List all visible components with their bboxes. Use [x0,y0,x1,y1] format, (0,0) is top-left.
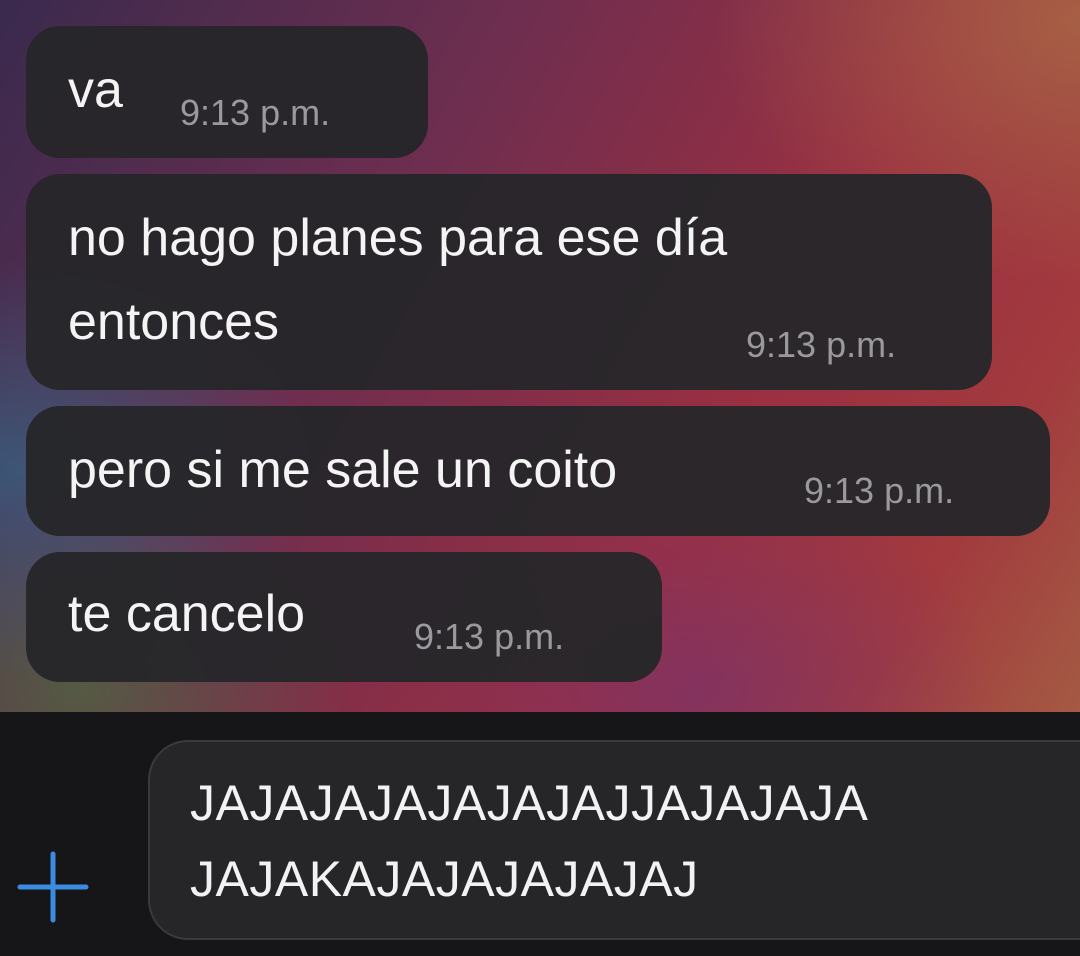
message-input[interactable]: JAJAJAJAJAJAJAJJAJAJAJA JAJAKAJAJAJAJAJA… [148,740,1080,940]
add-attachment-button[interactable] [14,848,92,926]
message-text-line-1: no hago planes para ese día [68,209,728,267]
message-text-line-2: entonces [68,293,280,351]
message-timestamp: 9:13 p.m. [746,324,897,365]
message-bubble[interactable]: no hago planes para ese día entonces 9:1… [26,174,992,390]
message-bubble[interactable]: va 9:13 p.m. [26,26,428,158]
message-input-line-2: JAJAKAJAJAJAJAJAJ [190,851,699,907]
plus-icon [17,851,89,923]
message-text: te cancelo [68,585,306,643]
message-input-line-1: JAJAJAJAJAJAJAJJAJAJAJA [190,775,869,831]
message-timestamp: 9:13 p.m. [180,92,331,133]
message-text: pero si me sale un coito [68,441,618,499]
message-timestamp: 9:13 p.m. [804,470,955,511]
message-bubble[interactable]: pero si me sale un coito 9:13 p.m. [26,406,1050,536]
chat-area[interactable]: va 9:13 p.m. no hago planes para ese día… [0,0,1080,712]
message-text: va [68,61,123,119]
message-bubble[interactable]: te cancelo 9:13 p.m. [26,552,662,682]
message-timestamp: 9:13 p.m. [414,616,565,657]
